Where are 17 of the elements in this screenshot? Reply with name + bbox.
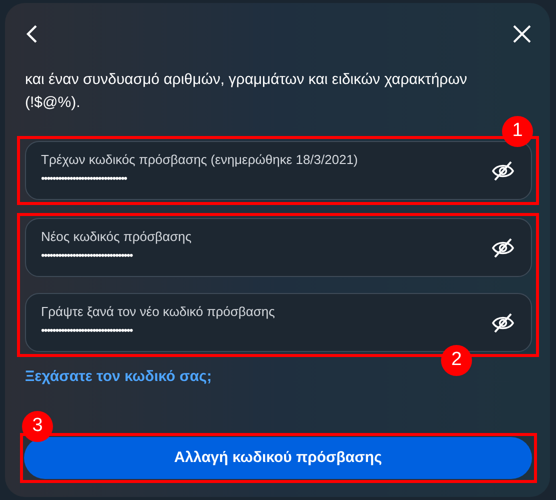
field-label: Τρέχων κωδικός πρόσβασης (ενημερώθηκε 18/3/2021) (41, 151, 358, 169)
close-icon (513, 25, 531, 43)
back-icon (26, 25, 38, 43)
eye-slash-icon[interactable] (491, 160, 515, 182)
forgot-password-link[interactable]: Ξεχάσατε τον κωδικό σας; (25, 366, 212, 388)
field-label: Γράψτε ξανά τον νέο κωδικό πρόσβασης (41, 303, 275, 321)
password-field[interactable]: Νέος κωδικός πρόσβασης •••••••••••••••••••••••••••••••• (25, 218, 532, 277)
password-value: •••••••••••••••••••••••••••••••• (41, 324, 132, 339)
password-field[interactable]: Τρέχων κωδικός πρόσβασης (ενημερώθηκε 18/3/2021) •••••••••••••••••••••••••••••• (25, 141, 532, 200)
eye-slash-icon[interactable] (491, 312, 515, 334)
eye-slash-icon[interactable] (491, 237, 515, 259)
password-value: •••••••••••••••••••••••••••••• (41, 172, 127, 187)
change-password-button[interactable]: Αλλαγή κωδικού πρόσβασης (24, 437, 532, 479)
field-label: Νέος κωδικός πρόσβασης (41, 228, 192, 246)
password-value: •••••••••••••••••••••••••••••••• (41, 249, 132, 264)
instruction-text: και έναν συνδυασμό αριθμών, γραμμάτων και ειδικών χαρακτήρων (!$@%). (25, 70, 468, 113)
password-field[interactable]: Γράψτε ξανά τον νέο κωδικό πρόσβασης •••••••••••••••••••••••••••••••• (25, 293, 532, 352)
